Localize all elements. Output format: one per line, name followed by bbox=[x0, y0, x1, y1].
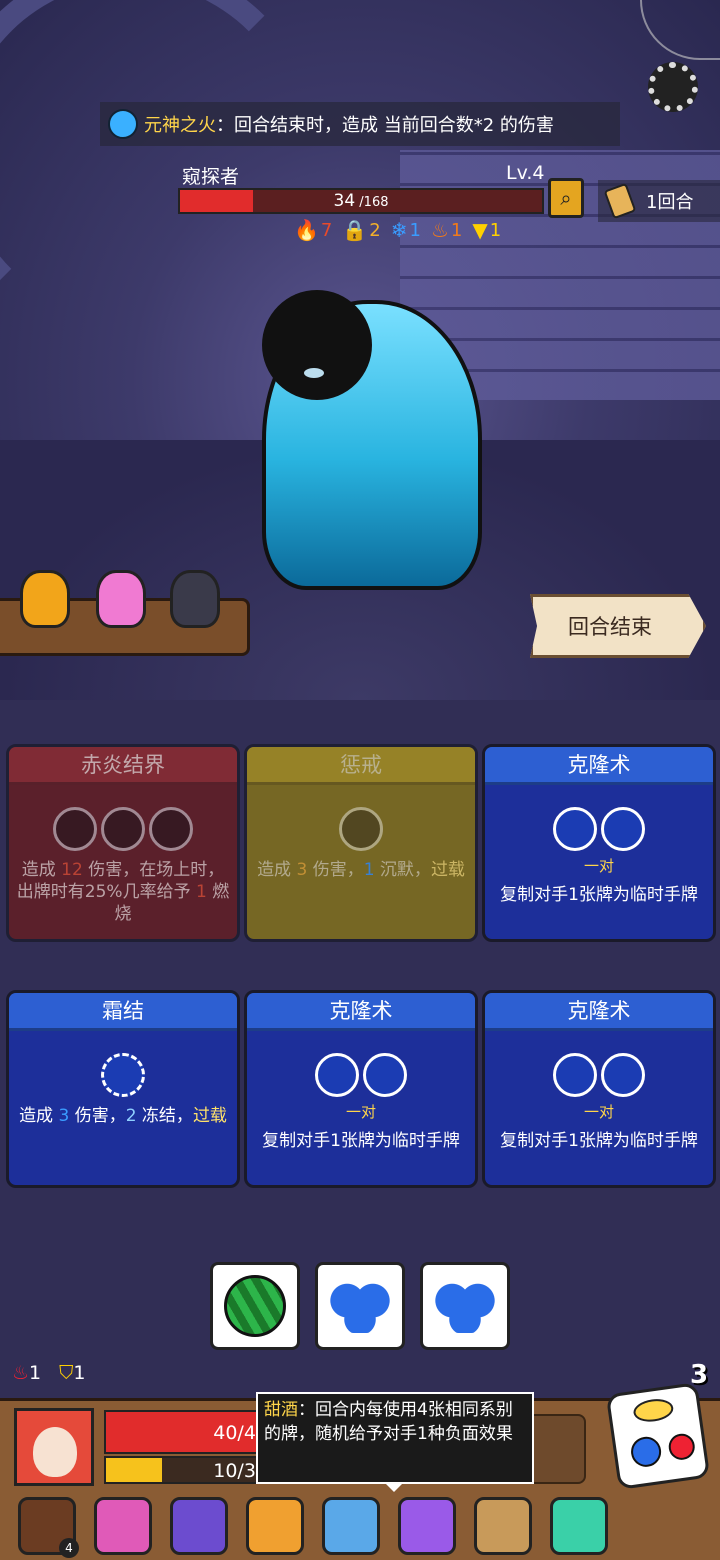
lemon-icon bbox=[632, 1396, 675, 1425]
passive-name: 元神之火 bbox=[144, 115, 216, 136]
enemy-status[interactable]: 🔒 2 bbox=[342, 218, 380, 242]
enemy-status-value: 1 bbox=[489, 219, 502, 241]
potion-relic-icon[interactable] bbox=[398, 1497, 456, 1555]
relic-badge: 4 bbox=[59, 1538, 79, 1558]
dagger-relic-icon[interactable] bbox=[322, 1497, 380, 1555]
enemy-hp-bar: 34 /168 bbox=[178, 188, 544, 214]
button-relic-icon[interactable]: 4 bbox=[18, 1497, 79, 1558]
card-title: 克隆术 bbox=[485, 993, 713, 1031]
snowflake-icon: ❄ bbox=[390, 218, 408, 242]
blueberry-icon bbox=[328, 1279, 392, 1333]
lock-icon: 🔒 bbox=[342, 218, 368, 242]
dice-slot bbox=[53, 807, 97, 851]
enemy-info-button[interactable]: ⌕ bbox=[548, 178, 584, 218]
card-title: 克隆术 bbox=[485, 747, 713, 785]
player-status-shield: ⛉1 bbox=[59, 1362, 86, 1384]
orange-potion-icon[interactable] bbox=[20, 570, 70, 628]
fire-gem-relic-icon[interactable] bbox=[246, 1497, 304, 1555]
relic-tooltip: 甜酒：回合内每使用4张相同系别的牌，随机给予对手1种负面效果 bbox=[256, 1392, 534, 1484]
card-chiyan-jiejie[interactable]: 赤炎结界 造成 12 伤害，在场上时，出牌时有25%几率给予 1 燃烧 bbox=[6, 744, 240, 942]
blueberry-icon bbox=[433, 1279, 497, 1333]
enemy-name: 窥探者 bbox=[182, 166, 240, 188]
die-watermelon[interactable] bbox=[210, 1262, 300, 1350]
card-desc: 造成 12 伤害，在场上时，出牌时有25%几率给予 1 燃烧 bbox=[16, 860, 230, 924]
settings-gear-icon[interactable] bbox=[648, 62, 698, 112]
die-blueberry[interactable] bbox=[420, 1262, 510, 1350]
card-kelongshu[interactable]: 克隆术 一对 复制对手1张牌为临时手牌 bbox=[482, 744, 716, 942]
shield-icon: ⛉ bbox=[59, 1362, 74, 1384]
end-turn-button[interactable]: 回合结束 bbox=[530, 594, 706, 658]
enemy-status-value: 7 bbox=[320, 219, 333, 241]
enemy-level: Lv.4 bbox=[506, 162, 545, 184]
totem-relic-icon[interactable] bbox=[94, 1497, 152, 1555]
player-status-row: ♨1 ⛉1 bbox=[12, 1362, 86, 1384]
enemy-status-row: 🔥 7 🔒 2 ❄ 1 ♨ 1 ▼ 1 bbox=[294, 218, 501, 242]
card-desc: 造成 3 伤害，1 沉默，过载 bbox=[257, 860, 465, 880]
card-kelongshu[interactable]: 克隆术 一对 复制对手1张牌为临时手牌 bbox=[244, 990, 478, 1188]
watermelon-icon bbox=[224, 1275, 286, 1337]
passive-colon: ： bbox=[216, 115, 234, 136]
enemy-status[interactable]: ❄ 1 bbox=[391, 218, 421, 242]
enemy-status[interactable]: 🔥 7 bbox=[294, 218, 332, 242]
die-blueberry[interactable] bbox=[315, 1262, 405, 1350]
reroll-die-button[interactable] bbox=[605, 1382, 711, 1490]
d20-relic-icon[interactable] bbox=[550, 1497, 608, 1555]
skull-book-relic-icon[interactable] bbox=[170, 1497, 228, 1555]
blueberry-icon bbox=[629, 1434, 664, 1469]
passive-desc: 回合结束时，造成 当前回合数*2 的伤害 bbox=[234, 115, 554, 136]
enemy-head bbox=[262, 290, 372, 400]
card-title: 霜结 bbox=[9, 993, 237, 1031]
card-desc: 复制对手1张牌为临时手牌 bbox=[500, 1131, 698, 1151]
card-title: 惩戒 bbox=[247, 747, 475, 785]
passive-banner: 元神之火：回合结束时，造成 当前回合数*2 的伤害 bbox=[100, 102, 620, 146]
heart-slot-icon bbox=[101, 1053, 145, 1097]
enemy-status-value: 2 bbox=[369, 219, 381, 241]
horn-relic-icon[interactable] bbox=[474, 1497, 532, 1555]
tooltip-arrow bbox=[384, 1482, 404, 1492]
dice-slot bbox=[315, 1053, 359, 1097]
triangle-icon: ▼ bbox=[472, 218, 488, 242]
cherry-icon bbox=[667, 1432, 697, 1462]
dice-slot bbox=[339, 807, 383, 851]
card-condition: 一对 bbox=[345, 1103, 376, 1121]
enemy-status-value: 1 bbox=[409, 219, 421, 241]
scroll-icon bbox=[603, 182, 637, 220]
dice-slot bbox=[363, 1053, 407, 1097]
card-desc: 复制对手1张牌为临时手牌 bbox=[500, 885, 698, 905]
dice-slot bbox=[553, 1053, 597, 1097]
player-energy-bar: 10/30 bbox=[104, 1456, 276, 1484]
card-title: 克隆术 bbox=[247, 993, 475, 1031]
pink-potion-icon[interactable] bbox=[96, 570, 146, 628]
card-title: 赤炎结界 bbox=[9, 747, 237, 785]
card-condition: 一对 bbox=[583, 1103, 614, 1121]
flame-icon: ♨ bbox=[430, 218, 449, 242]
bleed-icon: ♨ bbox=[12, 1362, 30, 1384]
enemy-status-value: 1 bbox=[450, 219, 463, 241]
player-status-bleed: ♨1 bbox=[12, 1362, 42, 1384]
card-chengjie[interactable]: 惩戒 造成 3 伤害，1 沉默，过载 bbox=[244, 744, 478, 942]
enemy-hp-text: 34 /168 bbox=[333, 191, 389, 211]
dice-slot bbox=[101, 807, 145, 851]
stone-arch bbox=[0, 0, 320, 340]
card-desc: 造成 3 伤害，2 冻结，过载 bbox=[19, 1106, 227, 1126]
spirit-fire-icon bbox=[108, 109, 138, 139]
card-shuangjie[interactable]: 霜结 造成 3 伤害，2 冻结，过载 bbox=[6, 990, 240, 1188]
fire-icon: 🔥 bbox=[294, 218, 319, 242]
card-desc: 复制对手1张牌为临时手牌 bbox=[262, 1131, 460, 1151]
dice-slot bbox=[601, 1053, 645, 1097]
player-hp-bar: 40/42 bbox=[104, 1410, 276, 1454]
dice-slot bbox=[553, 807, 597, 851]
dice-slot bbox=[601, 807, 645, 851]
card-condition: 一对 bbox=[583, 857, 614, 875]
dark-potion-icon[interactable] bbox=[170, 570, 220, 628]
turn-label: 1回合 bbox=[646, 192, 694, 213]
player-portrait-avatar[interactable] bbox=[14, 1408, 94, 1486]
enemy-status[interactable]: ▼ 1 bbox=[472, 218, 501, 242]
relic-bar: 4 bbox=[0, 1492, 720, 1560]
dice-slot bbox=[149, 807, 193, 851]
card-kelongshu[interactable]: 克隆术 一对 复制对手1张牌为临时手牌 bbox=[482, 990, 716, 1188]
turn-counter: 1回合 bbox=[598, 180, 720, 222]
enemy-eye bbox=[302, 366, 326, 380]
enemy-status[interactable]: ♨ 1 bbox=[431, 218, 462, 242]
